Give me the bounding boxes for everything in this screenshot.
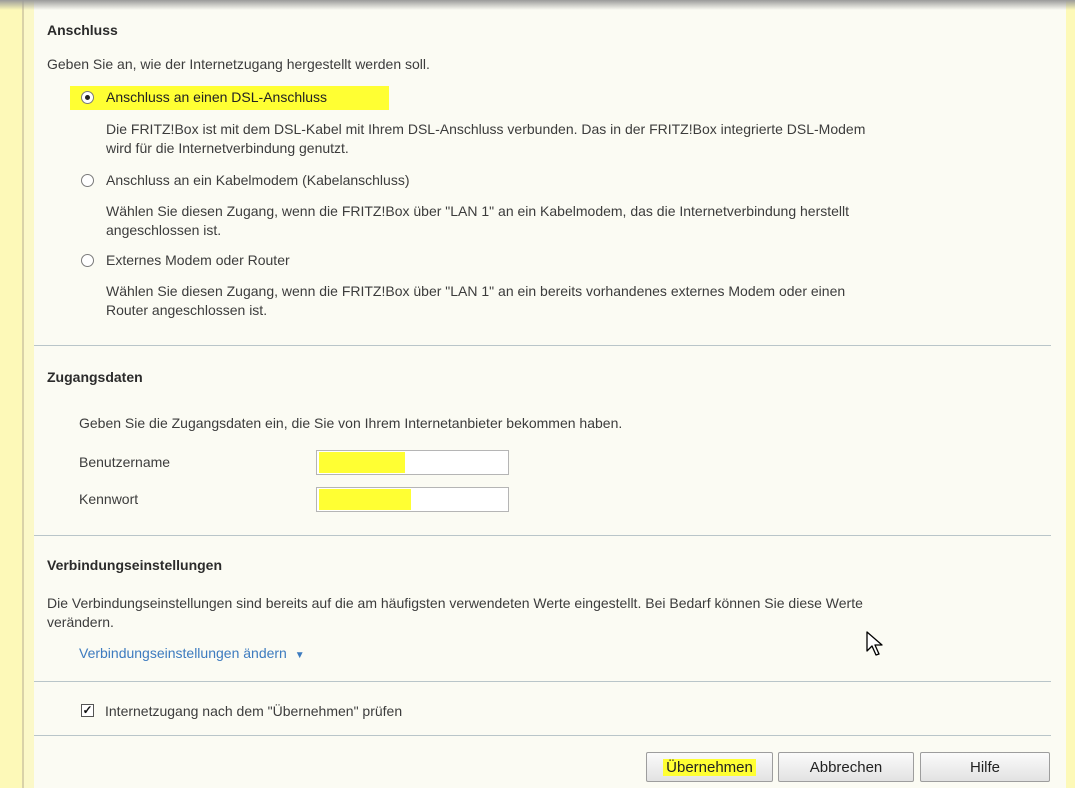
- radio-kabel-description-2: angeschlossen ist.: [106, 222, 222, 238]
- verbindung-intro: Die Verbindungseinstellungen sind bereit…: [47, 595, 863, 611]
- divider: [34, 735, 1051, 736]
- check-internet-checkbox[interactable]: ✓: [81, 704, 94, 717]
- left-border: [22, 0, 24, 788]
- mouse-cursor-icon: [866, 631, 883, 656]
- username-field[interactable]: [316, 450, 509, 475]
- divider: [34, 681, 1051, 682]
- zugangsdaten-intro: Geben Sie die Zugangsdaten ein, die Sie …: [79, 415, 623, 431]
- connection-settings-link[interactable]: Verbindungseinstellungen ändern ▼: [79, 645, 305, 661]
- radio-extern-description-2: Router angeschlossen ist.: [106, 302, 268, 318]
- divider: [34, 345, 1051, 346]
- left-rail: [0, 0, 22, 788]
- anschluss-intro: Geben Sie an, wie der Internetzugang her…: [47, 56, 430, 72]
- section-heading-anschluss: Anschluss: [47, 22, 118, 38]
- cancel-button-label: Abbrechen: [809, 758, 883, 776]
- radio-extern[interactable]: [81, 254, 94, 267]
- radio-dsl-label[interactable]: Anschluss an einen DSL-Anschluss: [106, 89, 327, 105]
- help-button-label: Hilfe: [969, 758, 1000, 776]
- chevron-down-icon[interactable]: ▼: [295, 650, 305, 661]
- connection-settings-link-label[interactable]: Verbindungseinstellungen ändern: [79, 645, 287, 661]
- top-shadow: [0, 0, 1075, 10]
- check-internet-label[interactable]: Internetzugang nach dem "Übernehmen" prü…: [105, 703, 402, 719]
- checkmark-icon: ✓: [82, 703, 93, 717]
- apply-button-label: Übernehmen: [663, 758, 756, 776]
- radio-selected-dot: [85, 95, 90, 100]
- radio-dsl-description: Die FRITZ!Box ist mit dem DSL-Kabel mit …: [106, 121, 866, 137]
- divider: [34, 535, 1051, 536]
- section-heading-verbindung: Verbindungseinstellungen: [47, 557, 223, 573]
- password-label: Kennwort: [79, 491, 139, 507]
- password-field[interactable]: [316, 487, 509, 512]
- username-label: Benutzername: [79, 454, 171, 470]
- content-panel: [34, 0, 1066, 788]
- radio-kabel[interactable]: [81, 174, 94, 187]
- radio-dsl[interactable]: [81, 91, 94, 104]
- radio-dsl-description-2: wird für die Internetverbindung genutzt.: [106, 140, 349, 156]
- help-button[interactable]: Hilfe: [920, 752, 1050, 782]
- cancel-button[interactable]: Abbrechen: [778, 752, 914, 782]
- right-rail: [1066, 0, 1075, 788]
- radio-kabel-label[interactable]: Anschluss an ein Kabelmodem (Kabelanschl…: [106, 172, 410, 188]
- verbindung-intro-2: verändern.: [47, 614, 114, 630]
- radio-kabel-description: Wählen Sie diesen Zugang, wenn die FRITZ…: [106, 203, 850, 219]
- section-heading-zugangsdaten: Zugangsdaten: [47, 369, 143, 385]
- radio-extern-label[interactable]: Externes Modem oder Router: [106, 252, 290, 268]
- apply-button[interactable]: Übernehmen: [646, 752, 773, 782]
- redaction-highlight: [319, 489, 411, 510]
- redaction-highlight: [319, 452, 405, 473]
- radio-extern-description: Wählen Sie diesen Zugang, wenn die FRITZ…: [106, 283, 846, 299]
